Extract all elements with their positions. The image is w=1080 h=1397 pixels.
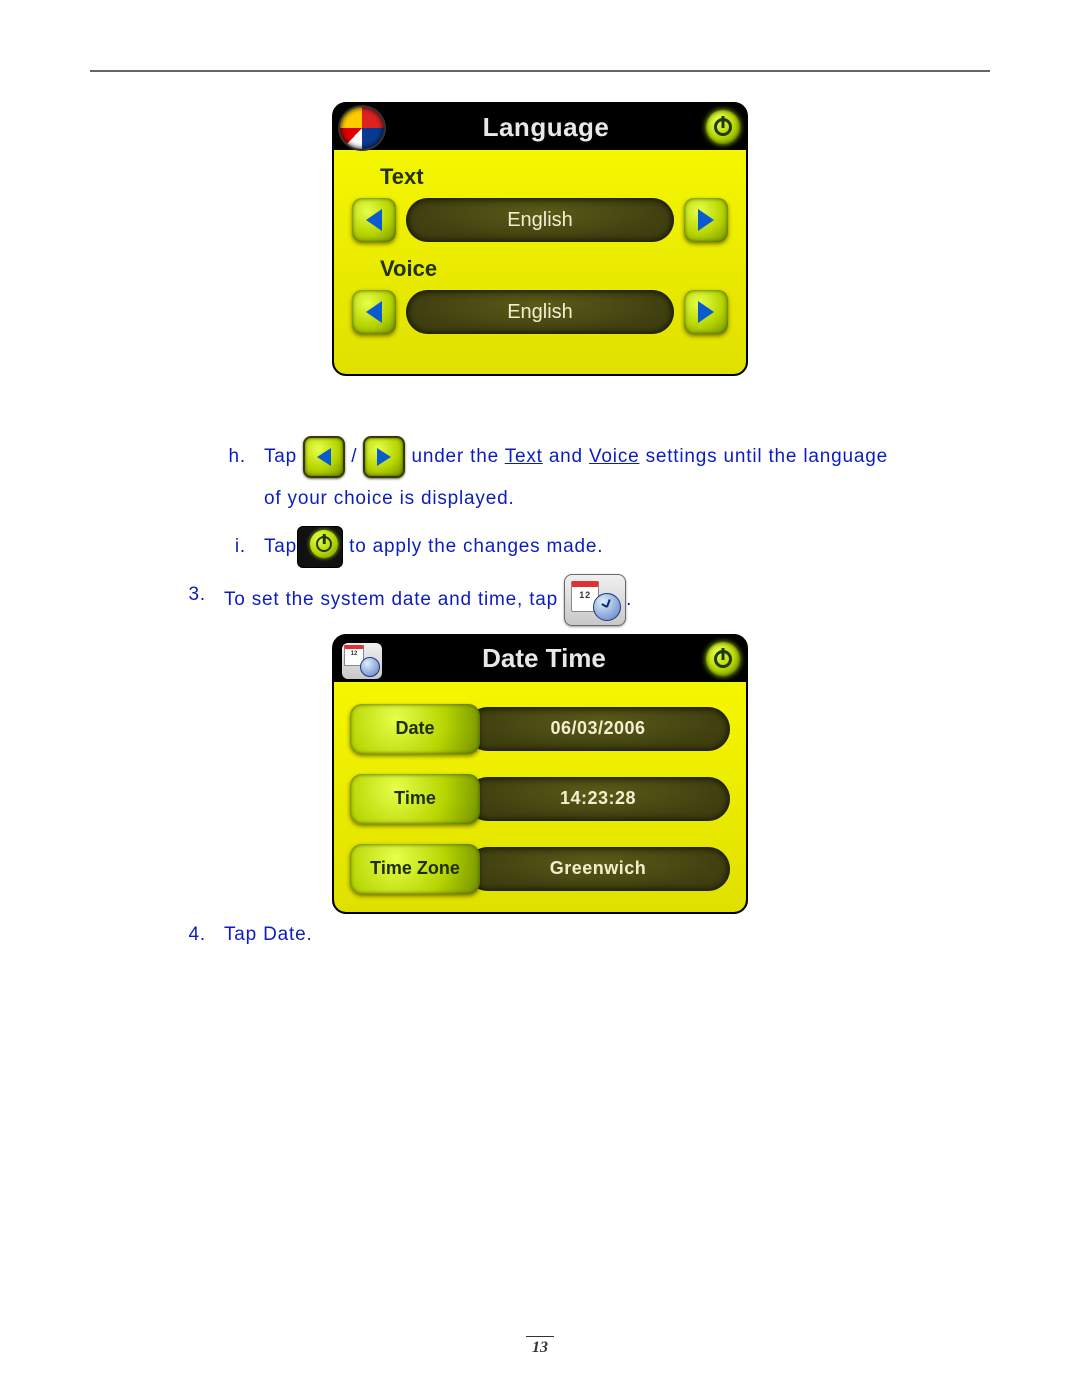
instruction-i-content: Tap to apply the changes made. xyxy=(264,526,920,568)
date-button[interactable]: Date xyxy=(350,704,480,754)
text-fragment: Tap xyxy=(264,446,303,467)
text-section-label: Text xyxy=(380,164,728,190)
voice-next-button[interactable] xyxy=(684,290,728,334)
language-screen: Language Text English Voice English xyxy=(332,102,748,376)
instructions-tail: 4. Tap Date. xyxy=(220,914,920,956)
instruction-h-content: Tap / under the Text and Voice settings … xyxy=(264,436,920,520)
voice-value: English xyxy=(406,290,674,334)
page: Language Text English Voice English h. T… xyxy=(0,0,1080,1397)
text-fragment: / xyxy=(345,446,363,467)
text-fragment: and xyxy=(543,446,589,467)
text-fragment: settings until the language xyxy=(639,446,887,467)
arrow-left-icon xyxy=(303,436,345,478)
instruction-3: 3. To set the system date and time, tap … xyxy=(180,574,920,626)
text-fragment: Tap xyxy=(264,536,297,557)
timezone-button[interactable]: Time Zone xyxy=(350,844,480,894)
datetime-icon: 12 xyxy=(564,574,626,626)
instruction-i: i. Tap to apply the changes made. xyxy=(220,526,920,568)
time-value: 14:23:28 xyxy=(466,777,730,821)
datetime-body: Date 06/03/2006 Time 14:23:28 Time Zone … xyxy=(334,682,746,912)
timezone-row: Time Zone Greenwich xyxy=(350,844,730,894)
text-underline: Text xyxy=(505,446,543,467)
text-fragment: . xyxy=(626,589,632,610)
instruction-4: 4. Tap Date. xyxy=(180,914,920,956)
list-marker: 3. xyxy=(180,574,206,626)
text-selector-row: English xyxy=(352,198,728,242)
timezone-value: Greenwich xyxy=(466,847,730,891)
text-fragment: To set the system date and time, tap xyxy=(224,589,564,610)
text-next-button[interactable] xyxy=(684,198,728,242)
power-icon[interactable] xyxy=(706,110,740,144)
voice-section-label: Voice xyxy=(380,256,728,282)
language-body: Text English Voice English xyxy=(334,150,746,374)
instruction-3-content: To set the system date and time, tap 12. xyxy=(224,574,920,626)
language-title: Language xyxy=(386,112,706,143)
date-value: 06/03/2006 xyxy=(466,707,730,751)
text-fragment: of your choice is displayed. xyxy=(264,478,920,520)
datetime-badge-icon: 12 xyxy=(342,643,382,679)
instruction-4-content: Tap Date. xyxy=(224,914,920,956)
text-value: English xyxy=(406,198,674,242)
date-row: Date 06/03/2006 xyxy=(350,704,730,754)
text-prev-button[interactable] xyxy=(352,198,396,242)
list-marker: 4. xyxy=(180,914,206,956)
power-icon[interactable] xyxy=(706,642,740,676)
datetime-title: Date Time xyxy=(382,643,706,674)
instructions: h. Tap / under the Text and Voice settin… xyxy=(220,436,920,626)
datetime-screen: 12 Date Time Date 06/03/2006 Time 14:23:… xyxy=(332,634,748,914)
language-header: Language xyxy=(334,104,746,150)
power-button-icon xyxy=(297,526,343,568)
time-button[interactable]: Time xyxy=(350,774,480,824)
list-marker: h. xyxy=(220,436,246,520)
list-marker: i. xyxy=(220,526,246,568)
page-number: 13 xyxy=(0,1336,1080,1357)
voice-underline: Voice xyxy=(589,446,639,467)
arrow-right-icon xyxy=(363,436,405,478)
instruction-h: h. Tap / under the Text and Voice settin… xyxy=(220,436,920,520)
datetime-header: 12 Date Time xyxy=(334,636,746,682)
flags-icon xyxy=(338,105,386,151)
voice-selector-row: English xyxy=(352,290,728,334)
text-fragment: to apply the changes made. xyxy=(343,536,603,557)
header-rule xyxy=(90,70,990,72)
text-fragment: under the xyxy=(405,446,504,467)
time-row: Time 14:23:28 xyxy=(350,774,730,824)
voice-prev-button[interactable] xyxy=(352,290,396,334)
